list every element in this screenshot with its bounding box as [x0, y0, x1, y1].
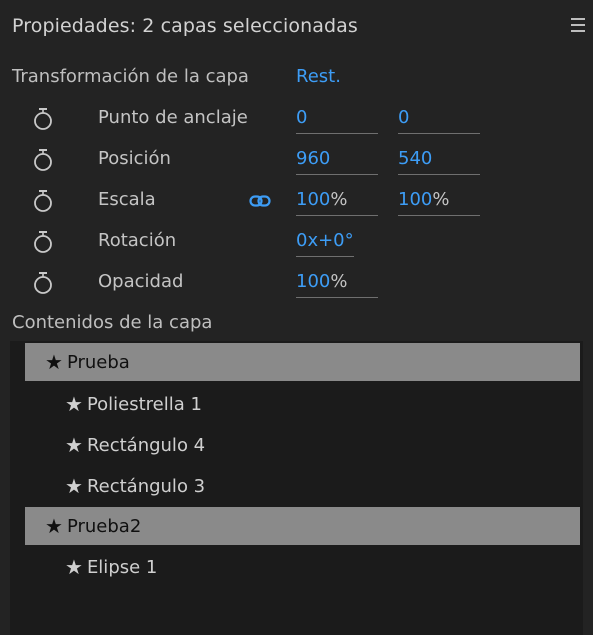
property-row-anchor-point: Punto de anclaje 0 0 — [0, 101, 593, 141]
scale-y-field[interactable]: 100% — [398, 189, 480, 216]
opacity-field[interactable]: 100% — [296, 271, 378, 298]
list-item-label: Elipse 1 — [86, 556, 158, 578]
scale-x-unit: % — [330, 189, 348, 210]
list-item-prueba[interactable]: ★ Prueba — [25, 343, 580, 381]
list-item-prueba2[interactable]: ★ Prueba2 — [25, 507, 580, 545]
list-item-rectangulo-4[interactable]: ★ Rectángulo 4 — [65, 426, 205, 464]
opacity-unit: % — [330, 271, 348, 292]
opacity-value: 100 — [296, 271, 331, 292]
scale-x-field[interactable]: 100% — [296, 189, 378, 216]
stopwatch-icon[interactable] — [33, 271, 53, 295]
hamburger-menu-icon[interactable] — [571, 18, 585, 34]
property-row-rotation: Rotación 0x+0° — [0, 224, 593, 264]
position-x-field[interactable]: 960 — [296, 148, 378, 175]
list-item-label: Prueba — [66, 351, 130, 373]
star-icon: ★ — [65, 392, 83, 416]
stopwatch-icon[interactable] — [33, 189, 53, 213]
stopwatch-icon[interactable] — [33, 148, 53, 172]
property-row-opacity: Opacidad 100% — [0, 265, 593, 305]
reset-button[interactable]: Rest. — [296, 66, 341, 87]
property-row-scale: Escala 100% 100% — [0, 183, 593, 223]
chain-link-icon[interactable] — [249, 194, 271, 208]
panel-title: Propiedades: 2 capas seleccionadas — [12, 15, 358, 37]
list-item-label: Prueba2 — [66, 515, 142, 537]
rotation-label: Rotación — [98, 230, 177, 251]
scale-y-value: 100 — [398, 189, 433, 210]
list-item-label: Poliestrella 1 — [86, 393, 202, 415]
list-item-rectangulo-3[interactable]: ★ Rectángulo 3 — [65, 467, 205, 505]
list-item-label: Rectángulo 4 — [86, 434, 206, 456]
star-icon: ★ — [65, 433, 83, 457]
stopwatch-icon[interactable] — [33, 107, 53, 131]
layer-contents-title: Contenidos de la capa — [12, 312, 213, 333]
properties-panel: Propiedades: 2 capas seleccionadas Trans… — [0, 0, 593, 635]
star-icon: ★ — [45, 350, 63, 374]
rotation-field[interactable]: 0x+0° — [296, 230, 354, 257]
anchor-point-x-field[interactable]: 0 — [296, 107, 378, 134]
opacity-label: Opacidad — [98, 271, 184, 292]
anchor-point-y-field[interactable]: 0 — [398, 107, 480, 134]
position-y-field[interactable]: 540 — [398, 148, 480, 175]
list-item-label: Rectángulo 3 — [86, 475, 206, 497]
star-icon: ★ — [45, 514, 63, 538]
scale-label: Escala — [98, 189, 156, 210]
anchor-point-label: Punto de anclaje — [98, 107, 248, 128]
position-label: Posición — [98, 148, 171, 169]
scale-x-value: 100 — [296, 189, 331, 210]
transform-section-title: Transformación de la capa — [12, 66, 249, 87]
stopwatch-icon[interactable] — [33, 230, 53, 254]
star-icon: ★ — [65, 474, 83, 498]
scale-y-unit: % — [432, 189, 450, 210]
list-item-poliestrella-1[interactable]: ★ Poliestrella 1 — [65, 385, 202, 423]
star-icon: ★ — [65, 555, 83, 579]
panel-header: Propiedades: 2 capas seleccionadas — [0, 0, 593, 56]
property-row-position: Posición 960 540 — [0, 142, 593, 182]
list-item-elipse-1[interactable]: ★ Elipse 1 — [65, 548, 157, 586]
layer-contents-list: ★ Prueba ★ Poliestrella 1 ★ Rectángulo 4… — [10, 341, 583, 635]
